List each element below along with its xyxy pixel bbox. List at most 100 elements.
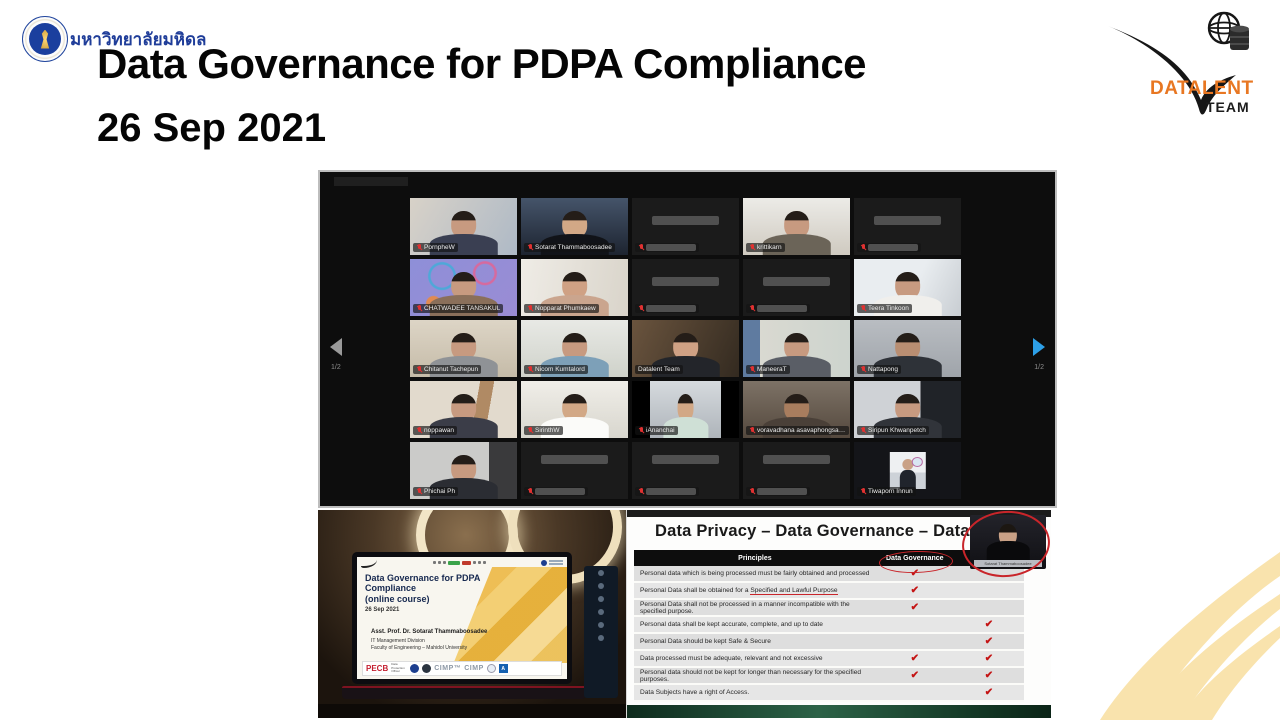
- quality-check: ✔: [954, 688, 1024, 698]
- participant-tile[interactable]: iAnanchai: [632, 381, 739, 438]
- meeting-toolbar-icons: [379, 561, 539, 565]
- whiteboard-logo: [911, 457, 922, 467]
- participant-tile[interactable]: krittikarn: [743, 198, 850, 255]
- governance-check: ✔: [876, 671, 954, 681]
- laptop-slide-presenter: Asst. Prof. Dr. Sotarat Thammaboosadee: [371, 629, 487, 635]
- laptop-slide: Data Governance for PDPA Compliance (onl…: [357, 557, 567, 679]
- slide-canvas: { "header": { "university_th": "มหาวิทยา…: [0, 0, 1280, 720]
- participant-tile[interactable]: Nopparat Phumkaew: [521, 259, 628, 316]
- participant-name: Chitanut Tachepun: [424, 366, 478, 373]
- window-menu-stub: [334, 177, 408, 186]
- participant-tile[interactable]: voravadhana asavaphongsavanich: [743, 381, 850, 438]
- redacted-name-bar: [652, 277, 718, 286]
- participant-name: SirinthW: [535, 427, 560, 434]
- redacted-name-bar: [757, 488, 807, 495]
- cimp-tm-logo: CIMP™: [434, 665, 461, 672]
- laptop-slide-subtitle: (online course): [365, 594, 430, 604]
- mahidol-emblem-circle: [29, 23, 61, 55]
- previous-page-arrow-icon[interactable]: [330, 338, 342, 356]
- mic-muted-icon: [749, 427, 755, 434]
- redacted-name-bar: [646, 244, 696, 251]
- table-row: Personal data shall be kept accurate, co…: [634, 617, 1024, 634]
- participant-tile[interactable]: Tiwaporn Innun: [854, 442, 961, 499]
- mic-muted-icon: [416, 427, 422, 434]
- participant-tile[interactable]: ManeeraT: [743, 320, 850, 377]
- mic-muted-icon: [416, 366, 422, 373]
- mic-muted-icon: [416, 244, 422, 251]
- participant-tile-camera-off[interactable]: [632, 442, 739, 499]
- cdmp-logo: [422, 664, 431, 673]
- principle-text: Data Subjects have a right of Access.: [634, 689, 876, 696]
- participant-tile[interactable]: noppawan: [410, 381, 517, 438]
- participant-tile[interactable]: Nattapong: [854, 320, 961, 377]
- governance-check: ✔: [876, 603, 954, 613]
- participant-grid: PornpheW Sotarat Thammaboosadee krittika…: [410, 198, 962, 499]
- participant-name: iAnanchai: [646, 427, 675, 434]
- laptop-photo: Data Governance for PDPA Compliance (onl…: [318, 510, 626, 718]
- redacted-name-bar: [535, 488, 585, 495]
- participant-tile[interactable]: Siripun Khwanpetch: [854, 381, 961, 438]
- participant-name: Phichai Ph: [424, 488, 455, 495]
- mic-muted-icon: [416, 305, 422, 312]
- participant-name: Siripun Khwanpetch: [868, 427, 926, 434]
- mic-muted-icon: [860, 244, 866, 251]
- participant-tile[interactable]: Chitanut Tachepun: [410, 320, 517, 377]
- principle-text: Personal data which is being processed m…: [634, 570, 876, 577]
- participant-tile[interactable]: SirinthW: [521, 381, 628, 438]
- participant-row: noppawan SirinthW iAnanchai voravadhana …: [410, 381, 962, 438]
- table-row: Personal Data shall not be processed in …: [634, 600, 1024, 617]
- participant-tile[interactable]: PornpheW: [410, 198, 517, 255]
- quality-check: ✔: [954, 620, 1024, 630]
- participant-tile[interactable]: Nicom Kumtalord: [521, 320, 628, 377]
- participant-tile[interactable]: Sotarat Thammaboosadee: [521, 198, 628, 255]
- mic-muted-icon: [749, 366, 755, 373]
- redacted-name-bar: [646, 305, 696, 312]
- participant-name: PornpheW: [424, 244, 455, 251]
- laptop-slide-division: IT Management Division: [371, 638, 425, 644]
- principle-text: Personal data shall be kept accurate, co…: [634, 621, 876, 628]
- mic-muted-icon: [527, 488, 533, 495]
- participant-tile-camera-off[interactable]: [632, 198, 739, 255]
- participant-tile-active-speaker[interactable]: Datalent Team: [632, 320, 739, 377]
- table-row: Data Subjects have a right of Access. ✔: [634, 685, 1024, 702]
- mic-muted-icon: [860, 488, 866, 495]
- pecb-logo: PECB: [366, 664, 388, 673]
- quality-check: ✔: [954, 671, 1024, 681]
- table-row: Personal data should not be kept for lon…: [634, 668, 1024, 685]
- next-page-arrow-icon[interactable]: [1033, 338, 1045, 356]
- laptop-slide-date: 26 Sep 2021: [365, 607, 399, 613]
- redacted-name-bar: [763, 277, 829, 286]
- redacted-name-bar: [874, 216, 940, 225]
- participant-row: PornpheW Sotarat Thammaboosadee krittika…: [410, 198, 962, 255]
- laptop-screen: Data Governance for PDPA Compliance (onl…: [352, 552, 572, 684]
- datalent-mini-logo: [361, 558, 377, 568]
- participant-tile-camera-off[interactable]: [521, 442, 628, 499]
- redacted-name-bar: [652, 216, 718, 225]
- mic-muted-icon: [527, 305, 533, 312]
- participant-tile[interactable]: Phichai Ph: [410, 442, 517, 499]
- redacted-name-bar: [757, 305, 807, 312]
- redacted-name-bar: [763, 455, 829, 464]
- table-row: Personal data which is being processed m…: [634, 566, 1024, 583]
- mic-muted-icon: [527, 244, 533, 251]
- participant-name: ManeeraT: [757, 366, 787, 373]
- column-header-governance: Data Governance: [876, 555, 954, 562]
- mic-muted-icon: [860, 305, 866, 312]
- redacted-name-bar: [868, 244, 918, 251]
- participant-name: Datalent Team: [638, 366, 680, 373]
- governance-check: ✔: [876, 654, 954, 664]
- participant-tile[interactable]: Teera Tinkoon: [854, 259, 961, 316]
- side-monitor: [584, 566, 618, 698]
- participant-tile-camera-off[interactable]: [632, 259, 739, 316]
- page-indicator-right: 1/2: [1034, 364, 1044, 371]
- table-row: Personal Data shall be obtained for a Sp…: [634, 583, 1024, 600]
- participant-tile[interactable]: CHATWADEE TANSAKUL: [410, 259, 517, 316]
- corner-swoosh-decoration: [1048, 552, 1280, 720]
- participant-tile-camera-off[interactable]: [743, 442, 850, 499]
- participant-tile-camera-off[interactable]: [743, 259, 850, 316]
- participant-tile-camera-off[interactable]: [854, 198, 961, 255]
- principle-text: Personal Data shall not be processed in …: [634, 601, 876, 615]
- mic-muted-icon: [638, 427, 644, 434]
- principles-table: Principles Data Governance Personal data…: [634, 550, 1024, 702]
- mic-muted-icon: [749, 488, 755, 495]
